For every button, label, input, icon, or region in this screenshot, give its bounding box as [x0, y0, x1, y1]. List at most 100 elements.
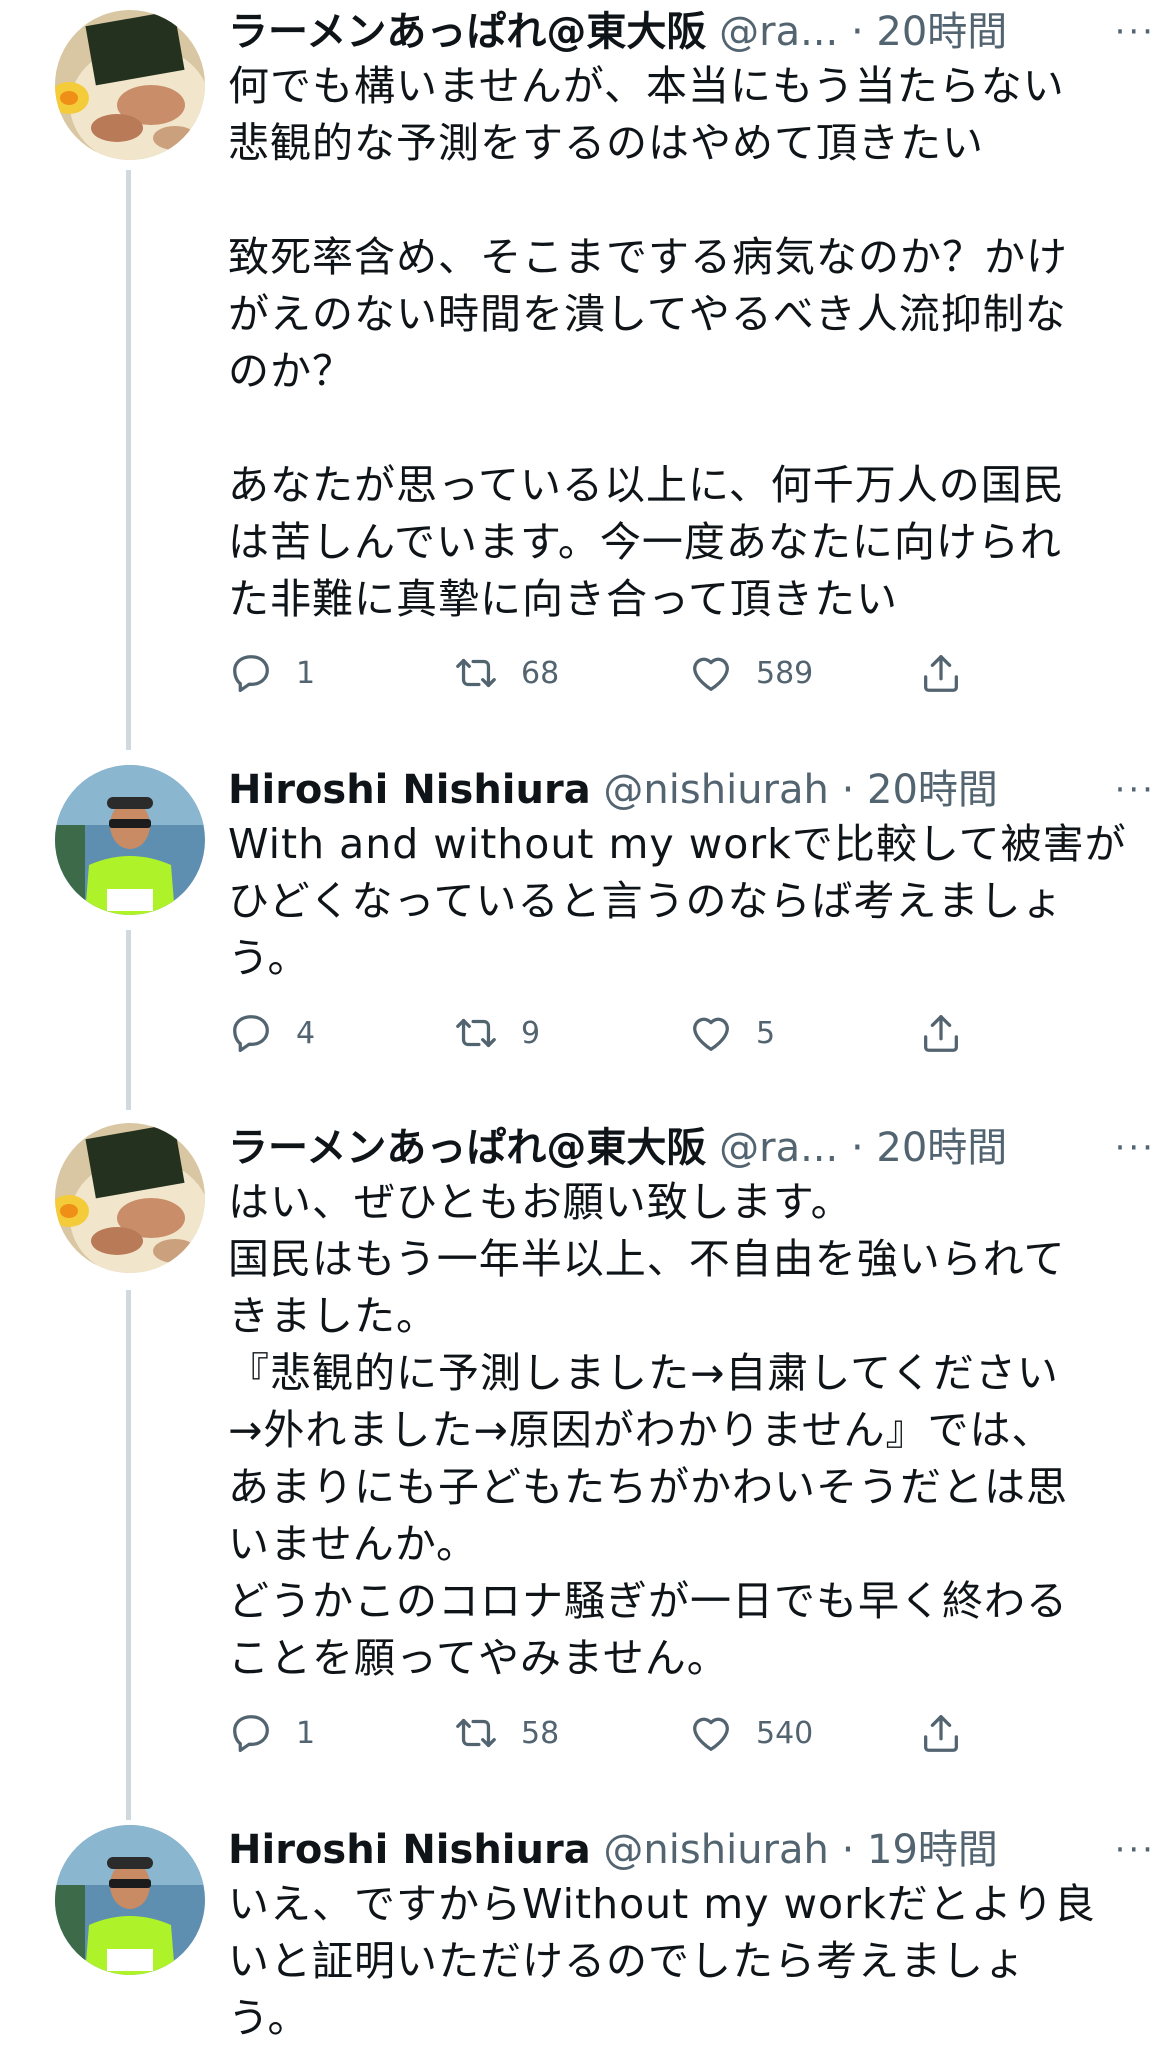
text-line: あまりにも子どもたちがかわいそうだとは思 [228, 1463, 1068, 1511]
avatar[interactable] [55, 1123, 205, 1273]
text-line [228, 400, 1108, 457]
text-line: いませんか。 [228, 1520, 478, 1568]
retweet-count: 68 [521, 655, 560, 691]
tweet[interactable]: Hiroshi Nishiura @nishiurah · 19時間 ··· い… [0, 1820, 1176, 2048]
retweet-button[interactable]: 9 [453, 1005, 540, 1061]
tweet-header: ラーメンあっぱれ@東大阪 @ra... · 20時間 [228, 4, 1108, 60]
tweet-actions: 1 58 540 [228, 1705, 988, 1761]
text-line: 悲観的な予測をするのはやめて頂きたい [228, 119, 984, 167]
ramen-avatar-image [55, 10, 205, 160]
text-line: 国民はもう一年半以上、不自由を強いられて [228, 1235, 1066, 1283]
retweet-icon [453, 1010, 499, 1056]
text-line: いえ、ですからWithout my workだとより良 [228, 1880, 1096, 1928]
text-line [228, 172, 1108, 229]
reply-button[interactable]: 1 [228, 645, 315, 701]
heart-icon [688, 1710, 734, 1756]
share-button[interactable] [918, 1705, 964, 1761]
tweet[interactable]: ラーメンあっぱれ@東大阪 @ra... · 20時間 ··· はい、ぜひともお願… [0, 1118, 1176, 1808]
more-icon[interactable]: ··· [1115, 1822, 1156, 1878]
more-icon[interactable]: ··· [1115, 1120, 1156, 1176]
tweet[interactable]: ラーメンあっぱれ@東大阪 @ra... · 20時間 ··· 何でも構いませんが… [0, 0, 1176, 740]
retweet-icon [453, 650, 499, 696]
share-button[interactable] [918, 645, 964, 701]
heart-icon [688, 650, 734, 696]
share-button[interactable] [918, 1005, 964, 1061]
text-line: いと証明いただけるのでしたら考えましょ [228, 1937, 1026, 1985]
text-line: う。 [228, 1994, 310, 2042]
text-line: 『悲観的に予測しました→自粛してください [228, 1349, 1059, 1397]
runner-avatar-image [55, 1825, 205, 1975]
reply-count: 1 [296, 655, 316, 691]
tweet[interactable]: Hiroshi Nishiura @nishiurah · 20時間 ··· W… [0, 760, 1176, 1100]
more-icon[interactable]: ··· [1115, 4, 1156, 60]
timestamp[interactable]: 20時間 [876, 1125, 1007, 1171]
like-button[interactable]: 540 [688, 1705, 813, 1761]
reply-button[interactable]: 4 [228, 1005, 315, 1061]
reply-icon [228, 650, 274, 696]
more-icon[interactable]: ··· [1115, 762, 1156, 818]
text-line: 致死率含め、そこまでする病気なのか？かけ [228, 233, 1068, 281]
author-handle[interactable]: @ra... [719, 9, 838, 55]
share-icon [918, 1010, 964, 1056]
author-handle[interactable]: @nishiurah [603, 1827, 828, 1873]
tweet-actions: 4 9 5 [228, 1005, 988, 1061]
tweet-header: ラーメンあっぱれ@東大阪 @ra... · 20時間 [228, 1120, 1108, 1176]
runner-avatar-image [55, 765, 205, 915]
retweet-count: 58 [521, 1715, 560, 1751]
retweet-count: 9 [521, 1015, 541, 1051]
text-line: はい、ぜひともお願い致します。 [228, 1178, 853, 1226]
text-line: きました。 [228, 1292, 438, 1340]
tweet-actions: 1 68 589 [228, 645, 988, 701]
retweet-icon [453, 1710, 499, 1756]
retweet-button[interactable]: 58 [453, 1705, 559, 1761]
text-line: のか？ [228, 347, 354, 395]
text-line: は苦しんでいます。今一度あなたに向けられ [228, 518, 1062, 566]
separator-dot: · [841, 1827, 855, 1873]
timestamp[interactable]: 19時間 [867, 1827, 998, 1873]
ramen-avatar-image [55, 1123, 205, 1273]
separator-dot: · [850, 9, 864, 55]
text-line: 何でも構いませんが、本当にもう当たらない [228, 62, 1065, 110]
text-line: ひどくなっていると言うのならば考えましょ [228, 877, 1064, 925]
avatar[interactable] [55, 1825, 205, 1975]
author-name[interactable]: ラーメンあっぱれ@東大阪 [228, 9, 706, 55]
author-name[interactable]: Hiroshi Nishiura [228, 767, 591, 813]
reply-button[interactable]: 1 [228, 1705, 315, 1761]
author-handle[interactable]: @ra... [719, 1125, 838, 1171]
reply-icon [228, 1010, 274, 1056]
text-line: た非難に真摯に向き合って頂きたい [228, 575, 898, 623]
reply-icon [228, 1710, 274, 1756]
timestamp[interactable]: 20時間 [876, 9, 1007, 55]
share-icon [918, 650, 964, 696]
author-name[interactable]: ラーメンあっぱれ@東大阪 [228, 1125, 706, 1171]
reply-count: 4 [296, 1015, 316, 1051]
avatar[interactable] [55, 765, 205, 915]
like-button[interactable]: 589 [688, 645, 813, 701]
reply-count: 1 [296, 1715, 316, 1751]
tweet-header: Hiroshi Nishiura @nishiurah · 19時間 [228, 1822, 1108, 1878]
text-line: う。 [228, 934, 310, 982]
tweet-text: はい、ぜひともお願い致します。 国民はもう一年半以上、不自由を強いられて きまし… [228, 1174, 1108, 1687]
text-line: →外れました→原因がわかりません』では、 [228, 1406, 1054, 1454]
like-count: 589 [756, 655, 814, 691]
tweet-text: 何でも構いませんが、本当にもう当たらない 悲観的な予測をするのはやめて頂きたい … [228, 58, 1108, 628]
text-line: あなたが思っている以上に、何千万人の国民 [228, 461, 1065, 509]
avatar[interactable] [55, 10, 205, 160]
author-handle[interactable]: @nishiurah [603, 767, 828, 813]
heart-icon [688, 1010, 734, 1056]
separator-dot: · [841, 767, 855, 813]
like-count: 5 [756, 1015, 776, 1051]
like-count: 540 [756, 1715, 814, 1751]
separator-dot: · [850, 1125, 864, 1171]
tweet-text: いえ、ですからWithout my workだとより良 いと証明いただけるのでし… [228, 1876, 1108, 2047]
tweet-text: With and without my workで比較して被害が ひどくなってい… [228, 816, 1127, 987]
timestamp[interactable]: 20時間 [867, 767, 998, 813]
author-name[interactable]: Hiroshi Nishiura [228, 1827, 591, 1873]
text-line: がえのない時間を潰してやるべき人流抑制な [228, 290, 1067, 338]
text-line: どうかこのコロナ騒ぎが一日でも早く終わる [228, 1577, 1068, 1625]
like-button[interactable]: 5 [688, 1005, 775, 1061]
tweet-header: Hiroshi Nishiura @nishiurah · 20時間 [228, 762, 1108, 818]
retweet-button[interactable]: 68 [453, 645, 559, 701]
text-line: ことを願ってやみません。 [228, 1634, 729, 1682]
text-line: With and without my workで比較して被害が [228, 820, 1127, 868]
